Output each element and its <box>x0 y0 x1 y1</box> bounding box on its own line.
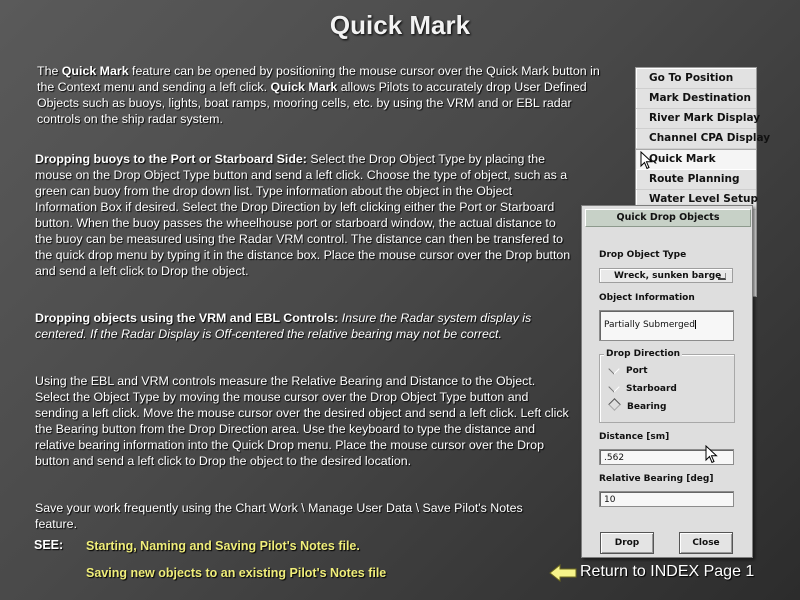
return-to-index-label: Return to INDEX Page 1 <box>580 563 755 580</box>
radio-bearing[interactable]: Bearing <box>608 398 667 412</box>
object-information-value: Partially Submerged <box>604 320 695 330</box>
quick-drop-dialog: Quick Drop Objects Drop Object Type Wrec… <box>581 205 753 558</box>
intro-bold-1: Quick Mark <box>61 64 129 78</box>
relative-bearing-label: Relative Bearing [deg] <box>599 474 714 484</box>
menu-item-river-mark-display[interactable]: River Mark Display <box>636 109 760 129</box>
intro-text-1: The <box>37 64 62 78</box>
section-save-work: Save your work frequently using the Char… <box>35 501 523 531</box>
drop-object-type-value: Wreck, sunken barge <box>614 271 722 281</box>
link-starting-naming-saving[interactable]: Starting, Naming and Saving Pilot's Note… <box>86 539 360 553</box>
intro-bold-2: Quick Mark <box>270 80 338 94</box>
radio-port[interactable]: Port <box>608 362 648 376</box>
radio-starboard[interactable]: Starboard <box>608 380 677 394</box>
dropdown-arrow-icon <box>718 273 726 280</box>
radio-port-label: Port <box>626 366 648 376</box>
mouse-cursor-icon <box>705 445 718 464</box>
page-title: Quick Mark <box>329 10 471 40</box>
left-arrow-icon <box>549 564 577 582</box>
object-information-field[interactable]: Partially Submerged <box>599 310 734 341</box>
distance-value: .562 <box>604 453 625 463</box>
intro-paragraph: The Quick Mark feature can be opened by … <box>37 63 615 127</box>
section-port-starboard-body: Select the Drop Object Type by placing t… <box>35 152 571 278</box>
distance-label: Distance [sm] <box>599 432 670 442</box>
mouse-cursor-icon <box>640 151 653 170</box>
object-information-label: Object Information <box>599 293 695 303</box>
relative-bearing-value: 10 <box>604 495 616 505</box>
dialog-title: Quick Drop Objects <box>585 209 751 227</box>
drop-button[interactable]: Drop <box>600 532 654 554</box>
section-vrm-ebl-heading: Dropping objects using the VRM and EBL C… <box>35 311 339 325</box>
menu-item-route-planning[interactable]: Route Planning <box>636 170 756 190</box>
relative-bearing-field[interactable]: 10 <box>599 491 734 507</box>
menu-item-channel-cpa-display[interactable]: Channel CPA Display <box>636 129 770 149</box>
radio-starboard-label: Starboard <box>626 384 677 394</box>
link-saving-new-objects[interactable]: Saving new objects to an existing Pilot'… <box>86 566 386 580</box>
close-button[interactable]: Close <box>679 532 733 554</box>
see-label: SEE: <box>34 538 64 552</box>
section-port-starboard: Dropping buoys to the Port or Starboard … <box>35 151 572 279</box>
text-caret <box>694 320 696 329</box>
menu-item-quick-mark[interactable]: Quick Mark <box>636 149 756 170</box>
drop-object-type-label: Drop Object Type <box>599 250 687 260</box>
drop-object-type-dropdown[interactable]: Wreck, sunken barge <box>599 268 733 283</box>
menu-item-mark-destination[interactable]: Mark Destination <box>636 89 756 109</box>
menu-item-go-to-position[interactable]: Go To Position <box>636 69 756 89</box>
drop-direction-label: Drop Direction <box>604 349 683 359</box>
section-vrm-ebl: Dropping objects using the VRM and EBL C… <box>35 310 575 342</box>
section-ebl-procedure: Using the EBL and VRM controls measure t… <box>35 374 569 468</box>
section-port-starboard-heading: Dropping buoys to the Port or Starboard … <box>35 152 307 166</box>
radio-bearing-label: Bearing <box>627 402 667 412</box>
